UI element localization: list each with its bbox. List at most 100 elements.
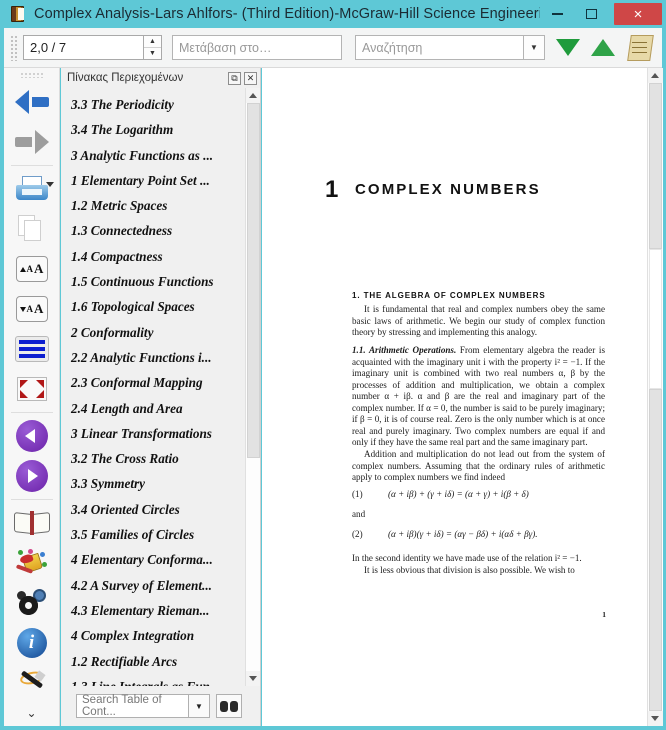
rail-divider — [10, 412, 53, 413]
page-number-input[interactable]: 2,0 / 7 — [23, 35, 143, 60]
increase-font-icon[interactable]: AA — [9, 249, 55, 289]
paragraph-5: It is less obvious that division is also… — [352, 565, 605, 577]
application-window: Complex Analysis-Lars Ahlfors- (Third Ed… — [0, 0, 666, 730]
book-icon — [10, 5, 26, 23]
page-spinner[interactable]: ▲ ▼ — [143, 35, 162, 60]
list-item[interactable]: 1.3 Line Integrals as Fun... — [67, 674, 245, 686]
paragraph-4: In the second identity we have made use … — [352, 553, 582, 563]
list-item[interactable]: 4.2 A Survey of Element... — [67, 573, 245, 598]
list-item[interactable]: 3.3 The Periodicity — [67, 92, 245, 117]
list-item[interactable]: 1.5 Continuous Functions — [67, 269, 245, 294]
green-up-triangle-icon[interactable] — [591, 39, 615, 56]
page-number-group: 2,0 / 7 ▲ ▼ — [23, 35, 162, 60]
main-toolbar: 2,0 / 7 ▲ ▼ Μετάβαση στο… Αναζήτηση ▼ — [4, 28, 662, 68]
dictionary-icon[interactable] — [9, 503, 55, 543]
decrease-font-icon[interactable]: AA — [9, 289, 55, 329]
toc-scroll-track[interactable] — [245, 103, 260, 671]
scroll-document-icon[interactable] — [627, 34, 654, 62]
paragraph-2-lead: 1.1. Arithmetic Operations. — [352, 345, 457, 355]
window-right-border — [662, 28, 666, 730]
section-title: 1. THE ALGEBRA OF COMPLEX NUMBERS — [352, 291, 546, 300]
search-input[interactable]: Αναζήτηση — [355, 35, 523, 60]
chapter-title: COMPLEX NUMBERS — [355, 181, 541, 198]
spinner-up-icon[interactable]: ▲ — [144, 36, 161, 48]
chapter-number: 1 — [325, 176, 339, 203]
toc-search-input[interactable]: Search Table of Cont... — [76, 694, 188, 718]
page-footer-number: 1 — [602, 610, 606, 619]
more-chevron-icon[interactable]: ⌄ — [9, 703, 55, 723]
tool-rail: AA AA i ⌄ — [4, 68, 60, 726]
paragraph-1: It is fundamental that real and complex … — [352, 304, 605, 339]
list-item[interactable]: 1.6 Topological Spaces — [67, 294, 245, 319]
green-down-triangle-icon[interactable] — [556, 39, 580, 56]
line-spacing-icon[interactable] — [9, 329, 55, 369]
document-scroll-thumb[interactable] — [648, 249, 662, 389]
document-scroll-thumb-upper[interactable] — [648, 83, 662, 249]
forward-arrow-icon[interactable] — [9, 122, 55, 162]
toc-float-icon[interactable]: ⧉ — [228, 71, 241, 85]
list-item[interactable]: 2.2 Analytic Functions i... — [67, 345, 245, 370]
list-item[interactable]: 3.2 The Cross Ratio — [67, 446, 245, 471]
toolbar-grip[interactable] — [10, 34, 18, 61]
equation-1: (1) (α + iβ) + (γ + iδ) = (α + γ) + i(β +… — [352, 489, 605, 499]
toc-close-icon[interactable]: ✕ — [244, 71, 257, 85]
list-item[interactable]: 2.4 Length and Area — [67, 396, 245, 421]
toc-search-dropdown[interactable]: ▼ — [188, 694, 210, 718]
list-item[interactable]: 1.2 Rectifiable Arcs — [67, 649, 245, 674]
list-item[interactable]: 2.3 Conformal Mapping — [67, 370, 245, 395]
minimize-button[interactable] — [540, 0, 574, 28]
table-of-contents-panel: Πίνακας Περιεχομένων ⧉ ✕ 3.3 The Periodi… — [61, 68, 261, 726]
document-scroll-down-button[interactable] — [647, 711, 663, 726]
title-bar: Complex Analysis-Lars Ahlfors- (Third Ed… — [0, 0, 666, 28]
copy-icon[interactable] — [9, 209, 55, 249]
rail-grip[interactable] — [19, 72, 44, 78]
back-arrow-icon[interactable] — [9, 82, 55, 122]
window-title: Complex Analysis-Lars Ahlfors- (Third Ed… — [34, 6, 540, 22]
list-item[interactable]: 1 Elementary Point Set ... — [67, 168, 245, 193]
list-item[interactable]: 4 Complex Integration — [67, 623, 245, 648]
list-item[interactable]: 1.3 Connectedness — [67, 218, 245, 243]
document-viewer[interactable]: 1 COMPLEX NUMBERS 1. THE ALGEBRA OF COMP… — [262, 68, 647, 726]
document-scroll-thumb-lower[interactable] — [648, 389, 662, 711]
toc-scrollbar[interactable] — [245, 88, 260, 686]
document-scroll-track[interactable] — [647, 83, 663, 711]
list-item[interactable]: 2 Conformality — [67, 320, 245, 345]
previous-page-icon[interactable] — [9, 416, 55, 456]
list-item[interactable]: 3.4 The Logarithm — [67, 117, 245, 142]
toc-title: Πίνακας Περιεχομένων — [67, 72, 184, 84]
magic-wand-icon[interactable] — [9, 663, 55, 703]
list-item[interactable]: 3.5 Families of Circles — [67, 522, 245, 547]
binoculars-icon[interactable] — [216, 694, 242, 718]
maximize-button[interactable] — [574, 0, 608, 28]
equation-1-body: (α + iβ) + (γ + iδ) = (α + γ) + i(β + δ) — [388, 489, 529, 499]
fullscreen-icon[interactable] — [9, 369, 55, 409]
settings-icon[interactable] — [9, 583, 55, 623]
paragraph-2-text: From elementary algebra the reader is ac… — [352, 345, 605, 448]
list-item[interactable]: 4 Elementary Conforma... — [67, 547, 245, 572]
list-item[interactable]: 1.4 Compactness — [67, 244, 245, 269]
toc-scroll-thumb[interactable] — [246, 103, 260, 458]
list-item[interactable]: 1.2 Metric Spaces — [67, 193, 245, 218]
print-chevron-down-icon[interactable] — [45, 182, 54, 187]
spinner-down-icon[interactable]: ▼ — [144, 48, 161, 59]
list-item[interactable]: 4.3 Elementary Rieman... — [67, 598, 245, 623]
document-scrollbar[interactable] — [647, 68, 663, 726]
equation-2-body: (α + iβ)(γ + iδ) = (αγ − βδ) + i(αδ + βγ… — [388, 529, 538, 539]
toc-header: Πίνακας Περιεχομένων ⧉ ✕ — [61, 68, 260, 88]
next-page-icon[interactable] — [9, 456, 55, 496]
list-item[interactable]: 3 Analytic Functions as ... — [67, 143, 245, 168]
list-item[interactable]: 3.3 Symmetry — [67, 471, 245, 496]
highlight-icon[interactable] — [9, 543, 55, 583]
goto-input[interactable]: Μετάβαση στο… — [172, 35, 342, 60]
document-scroll-up-button[interactable] — [647, 68, 663, 83]
list-item[interactable]: 3 Linear Transformations — [67, 421, 245, 446]
toc-scroll-down-button[interactable] — [245, 671, 260, 686]
paragraph-3-text: Addition and multiplication do not lead … — [352, 449, 605, 483]
toc-scroll-up-button[interactable] — [245, 88, 260, 103]
info-icon[interactable]: i — [9, 623, 55, 663]
list-item[interactable]: 3.4 Oriented Circles — [67, 497, 245, 522]
print-icon[interactable] — [9, 169, 55, 209]
close-button[interactable]: × — [614, 3, 662, 25]
search-history-dropdown[interactable]: ▼ — [523, 35, 545, 60]
paragraph-2: 1.1. Arithmetic Operations. From element… — [352, 345, 605, 449]
